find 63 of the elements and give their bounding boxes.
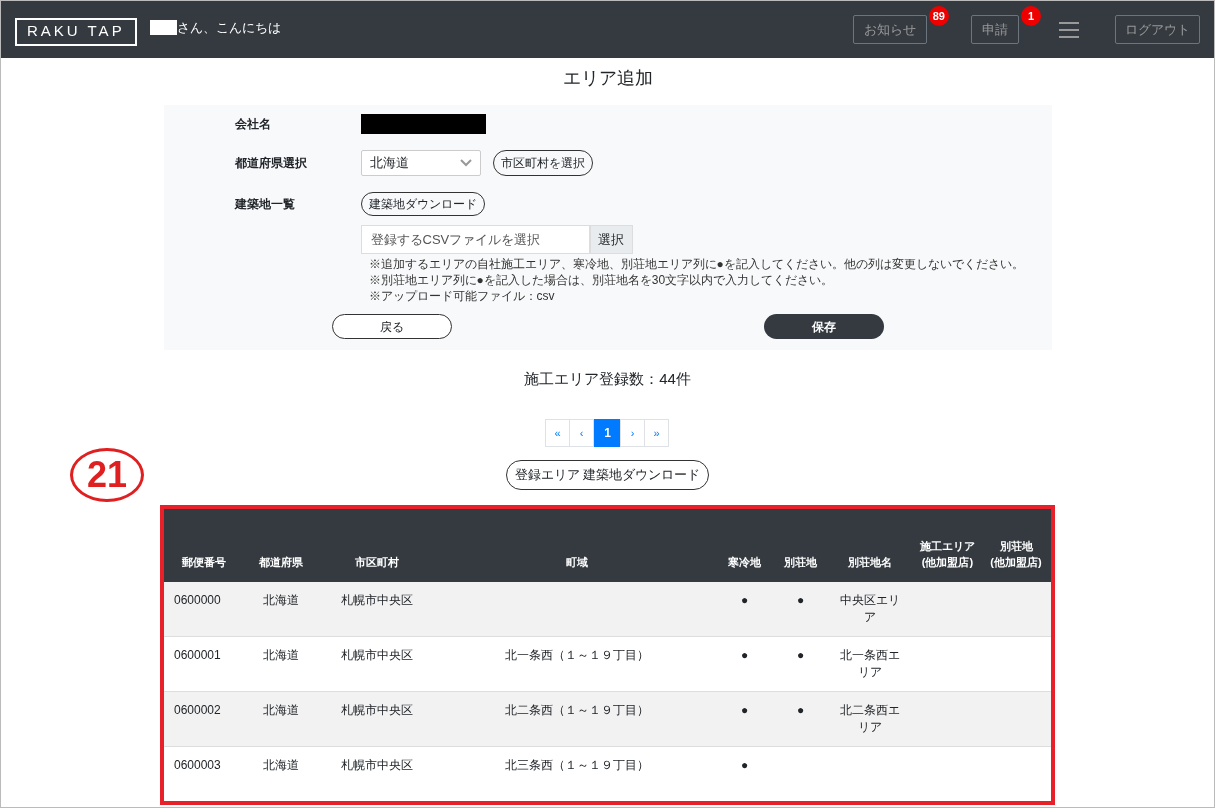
- logout-button[interactable]: ログアウト: [1115, 15, 1200, 44]
- villa-cell-text: ●: [796, 647, 805, 664]
- chevron-down-icon: [459, 159, 472, 167]
- column-header: 郵便番号: [181, 555, 227, 570]
- column-header: 別荘地 (他加盟店): [989, 539, 1043, 570]
- count-badge: 1: [1021, 6, 1041, 26]
- column-header: 別荘地: [783, 555, 818, 570]
- postal-code-cell-text: 0600001: [174, 647, 222, 664]
- city-cell-text: 札幌市中央区: [341, 647, 413, 664]
- note-text: ※別荘地エリア列に●を記入した場合は、別荘地名を30文字以内で入力してください。: [368, 272, 835, 288]
- town-cell-text: 北三条西（１～１９丁目）: [505, 757, 649, 774]
- villa-cell-text: ●: [796, 592, 805, 609]
- page-link[interactable]: ‹: [569, 419, 594, 447]
- column-header: 市区町村: [354, 555, 400, 570]
- header-button[interactable]: お知らせ: [853, 15, 927, 44]
- villa-cell-text: ●: [796, 702, 805, 719]
- cold-region-cell-text: ●: [740, 757, 749, 774]
- redacted-name: [149, 20, 177, 35]
- cold-region-cell-text: ●: [740, 647, 749, 664]
- page-link[interactable]: «: [545, 419, 570, 447]
- town-cell-text: 北一条西（１～１９丁目）: [505, 647, 649, 664]
- count-badge: 89: [928, 6, 949, 26]
- villa-name-cell-text: 中央区エリア: [839, 592, 901, 626]
- column-header: 都道府県: [257, 555, 304, 570]
- column-header: 寒冷地: [727, 555, 762, 570]
- postal-code-cell-text: 0600000: [174, 592, 222, 609]
- field-label: 建築地一覧: [234, 196, 296, 213]
- prefecture-cell-text: 北海道: [262, 592, 299, 609]
- page-title: エリア追加: [562, 68, 653, 88]
- page-link[interactable]: »: [644, 419, 669, 447]
- villa-name-cell-text: 北一条西エリア: [839, 647, 901, 681]
- field-label: 会社名: [234, 116, 272, 133]
- menu-icon[interactable]: [1059, 21, 1079, 38]
- cold-region-cell-text: ●: [740, 702, 749, 719]
- file-select-button[interactable]: 選択: [589, 225, 633, 254]
- page-link[interactable]: 1: [594, 419, 621, 447]
- note-text: ※追加するエリアの自社施工エリア、寒冷地、別荘地エリア列に●を記入してください。他の列は変更しないでください。: [368, 256, 1025, 272]
- prefecture-cell-text: 北海道: [262, 702, 299, 719]
- save-button[interactable]: 保存: [763, 314, 884, 339]
- city-cell-text: 札幌市中央区: [341, 702, 413, 719]
- postal-code-cell-text: 0600002: [174, 702, 222, 719]
- villa-name-cell-text: 北二条西エリア: [839, 702, 901, 736]
- column-header: 施工エリア (他加盟店): [919, 539, 976, 570]
- prefecture-cell-text: 北海道: [262, 757, 299, 774]
- annotation-number: 21: [70, 448, 144, 502]
- header-button[interactable]: 申請: [971, 15, 1019, 44]
- file-input[interactable]: 登録するCSVファイルを選択: [360, 225, 590, 254]
- prefecture-cell-text: 北海道: [262, 647, 299, 664]
- area-count-text: 施工エリア登録数：44件: [524, 370, 691, 387]
- city-cell-text: 札幌市中央区: [341, 592, 413, 609]
- cold-region-cell-text: ●: [740, 592, 749, 609]
- page-link[interactable]: ›: [620, 419, 645, 447]
- prefecture-select[interactable]: 北海道: [360, 150, 481, 176]
- city-cell-text: 札幌市中央区: [341, 757, 413, 774]
- field-label: 都道府県選択: [234, 155, 308, 172]
- note-text: ※アップロード可能ファイル：csv: [368, 288, 556, 304]
- greeting-text: さん、こんにちは: [176, 18, 281, 37]
- column-header: 町域: [565, 555, 589, 570]
- logo[interactable]: RAKU TAP: [15, 17, 137, 46]
- back-button[interactable]: 戻る: [331, 314, 452, 339]
- town-cell-text: 北二条西（１～１９丁目）: [505, 702, 649, 719]
- postal-code-cell-text: 0600003: [174, 757, 222, 774]
- column-header: 別荘地名: [847, 555, 893, 570]
